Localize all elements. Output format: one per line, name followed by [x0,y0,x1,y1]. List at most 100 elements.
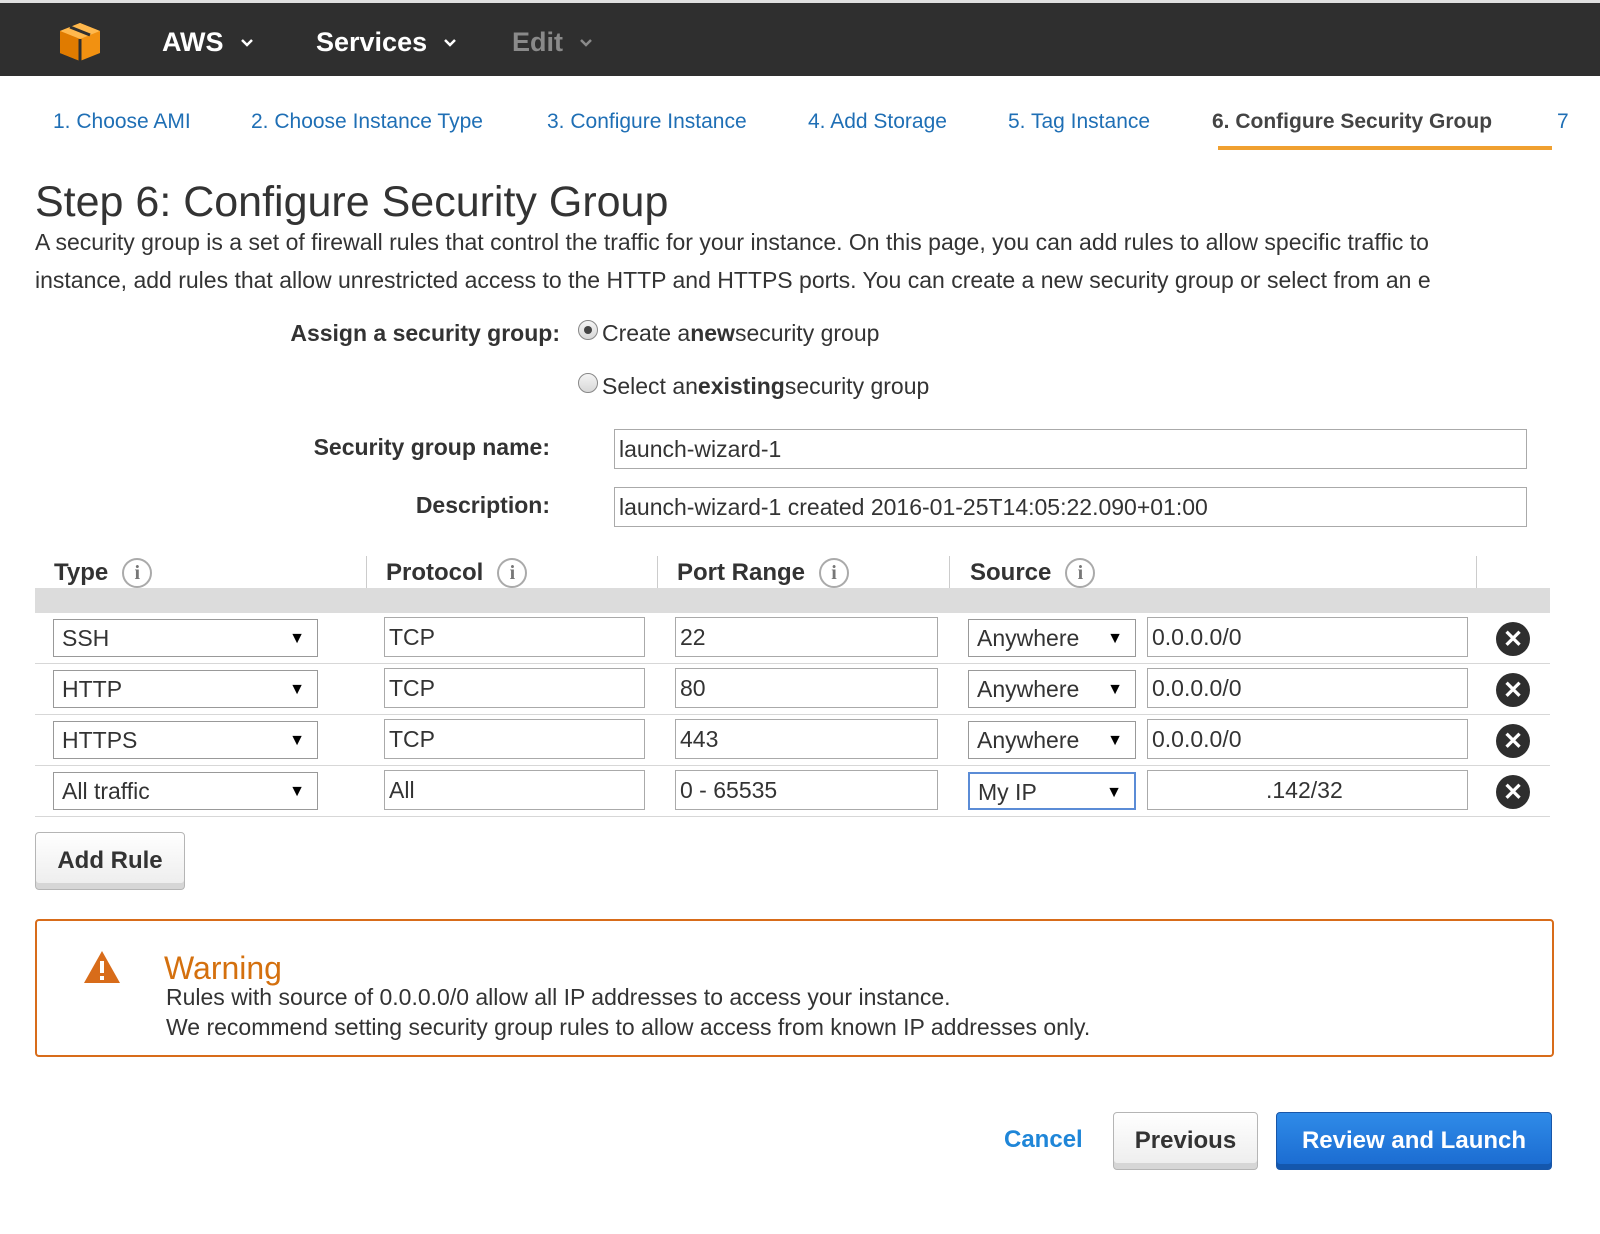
security-group-name-label: Security group name: [313,434,550,460]
page-title: Step 6: Configure Security Group [35,178,669,226]
radio-label-post: security group [784,373,930,399]
services-menu-label: Services [316,27,428,57]
dropdown-arrow-icon: ▼ [1107,630,1123,647]
dropdown-arrow-icon: ▼ [1106,784,1122,801]
tab-tag-instance[interactable]: 5. Tag Instance [1008,110,1150,134]
rule-protocol-input[interactable]: TCP [384,617,645,657]
chevron-down-icon [444,38,456,47]
dropdown-arrow-icon: ▼ [1107,681,1123,698]
select-value: Anywhere [977,727,1080,753]
info-icon[interactable]: i [497,558,528,588]
wizard-steps: 1. Choose AMI 2. Choose Instance Type 3.… [0,76,1600,156]
rule-protocol-input[interactable]: TCP [384,668,645,708]
info-icon[interactable]: i [1065,558,1096,588]
rule-port-range-input[interactable]: 443 [675,719,938,759]
radio-label-pre: Create a [602,320,691,346]
edit-menu[interactable]: Edit [512,27,593,58]
column-header-label: Port Range [677,559,806,586]
tab-configure-security-group[interactable]: 6. Configure Security Group [1212,110,1492,134]
column-divider [949,556,950,592]
remove-rule-icon[interactable]: ✕ [1496,673,1530,707]
top-navigation-bar: AWS Services Edit [0,0,1600,76]
rule-port-range-input[interactable]: 22 [675,617,938,657]
warning-title: Warning [164,950,282,986]
row-divider [35,714,1550,715]
select-value: Anywhere [977,676,1080,702]
radio-select-existing-group[interactable]: Select an existing security group [578,372,930,400]
rule-source-cidr-input[interactable]: .142/32 [1147,770,1468,810]
tab-choose-ami[interactable]: 1. Choose AMI [53,110,191,134]
warning-text-line-1: Rules with source of 0.0.0.0/0 allow all… [166,984,951,1010]
rule-source-select[interactable]: My IP ▼ [968,772,1136,810]
dropdown-arrow-icon: ▼ [289,783,305,800]
column-divider [1476,556,1477,592]
rule-source-select[interactable]: Anywhere ▼ [968,619,1136,657]
review-and-launch-button[interactable]: Review and Launch [1276,1112,1552,1170]
rule-source-cidr-input[interactable]: 0.0.0.0/0 [1147,617,1468,657]
info-icon[interactable]: i [819,558,850,588]
column-header-type: Type i [54,558,153,588]
rule-source-cidr-input[interactable]: 0.0.0.0/0 [1147,668,1468,708]
aws-cube-icon[interactable] [58,21,102,63]
rule-protocol-input[interactable]: All [384,770,645,810]
assign-security-group-label: Assign a security group: [290,320,560,346]
column-header-protocol: Protocol i [386,558,528,588]
select-value: SSH [62,625,110,651]
rule-type-select[interactable]: SSH ▼ [53,619,318,657]
remove-rule-icon[interactable]: ✕ [1496,775,1530,809]
tab-add-storage[interactable]: 4. Add Storage [808,110,947,134]
aws-menu-label: AWS [162,27,224,57]
remove-rule-icon[interactable]: ✕ [1496,622,1530,656]
column-header-source: Source i [970,558,1096,588]
description-label: Description: [415,492,550,518]
select-value: My IP [978,779,1037,805]
tab-choose-instance-type[interactable]: 2. Choose Instance Type [251,110,483,134]
column-header-label: Source [970,559,1052,586]
rule-port-range-input[interactable]: 80 [675,668,938,708]
services-menu[interactable]: Services [316,27,457,58]
radio-label-bold: existing [697,373,785,399]
radio-label-pre: Select an [602,373,698,399]
cancel-button[interactable]: Cancel [1004,1126,1083,1154]
rule-type-select[interactable]: HTTPS ▼ [53,721,318,759]
table-header-band [35,588,1550,613]
select-value: HTTPS [62,727,138,753]
row-divider [35,765,1550,766]
description-input[interactable]: launch-wizard-1 created 2016-01-25T14:05… [614,487,1527,527]
radio-create-new-group[interactable]: Create a new security group [578,319,880,347]
column-header-label: Protocol [386,559,484,586]
security-group-name-input[interactable]: launch-wizard-1 [614,429,1527,469]
row-divider [35,663,1550,664]
previous-button[interactable]: Previous [1113,1112,1258,1170]
rule-port-range-input[interactable]: 0 - 65535 [675,770,938,810]
aws-menu[interactable]: AWS [162,27,254,58]
column-divider [657,556,658,592]
rule-source-select[interactable]: Anywhere ▼ [968,721,1136,759]
radio-button-selected[interactable] [578,319,598,340]
dropdown-arrow-icon: ▼ [289,732,305,749]
chevron-down-icon [240,38,253,47]
tab-review[interactable]: 7 [1557,110,1569,134]
radio-label-post: security group [734,320,880,346]
dropdown-arrow-icon: ▼ [289,630,305,647]
select-value: All traffic [62,778,150,804]
dropdown-arrow-icon: ▼ [1107,732,1123,749]
rule-source-select[interactable]: Anywhere ▼ [968,670,1136,708]
warning-text-line-2: We recommend setting security group rule… [166,1014,1091,1040]
column-header-port-range: Port Range i [677,558,850,588]
add-rule-button[interactable]: Add Rule [35,832,185,890]
rule-protocol-input[interactable]: TCP [384,719,645,759]
radio-button[interactable] [578,372,598,393]
remove-rule-icon[interactable]: ✕ [1496,724,1530,758]
edit-menu-label: Edit [512,27,563,57]
column-header-label: Type [54,559,109,586]
info-icon[interactable]: i [122,558,153,588]
rule-type-select[interactable]: HTTP ▼ [53,670,318,708]
intro-text-line-2: instance, add rules that allow unrestric… [35,267,1431,293]
tab-configure-instance[interactable]: 3. Configure Instance [547,110,747,134]
rule-source-cidr-input[interactable]: 0.0.0.0/0 [1147,719,1468,759]
column-divider [366,556,367,592]
rule-type-select[interactable]: All traffic ▼ [53,772,318,810]
radio-label-bold: new [690,320,735,346]
dropdown-arrow-icon: ▼ [289,681,305,698]
